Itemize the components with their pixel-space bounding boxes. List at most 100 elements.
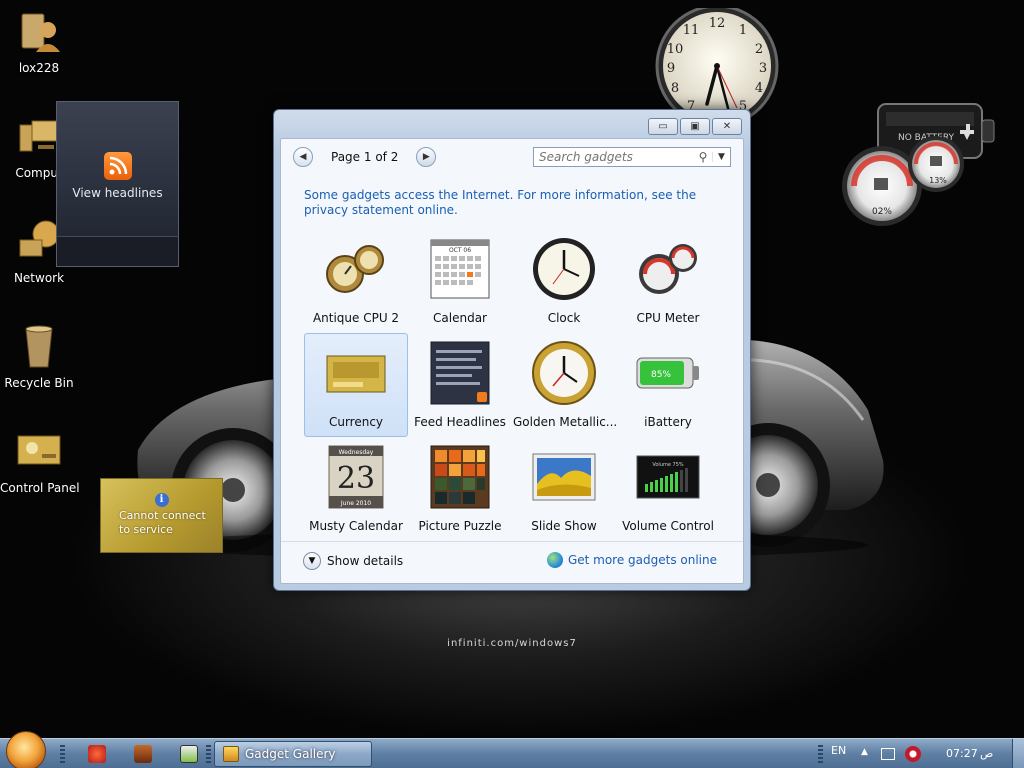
gadget-tile-calendar[interactable]: OCT 06 Calendar: [408, 229, 512, 333]
rss-icon: [103, 152, 132, 180]
close-button[interactable]: ✕: [712, 118, 742, 135]
gadget-name: Picture Puzzle: [418, 519, 502, 533]
info-icon: i: [154, 493, 169, 507]
gadget-tile-clock[interactable]: Clock: [512, 229, 616, 333]
taskbar-grip[interactable]: [206, 745, 211, 763]
chevron-right-icon: ▶: [422, 152, 430, 162]
gadget-name: Currency: [328, 415, 384, 429]
svg-text:10: 10: [667, 42, 684, 57]
language-indicator[interactable]: EN: [831, 744, 1024, 768]
feed-list-area: [57, 236, 178, 266]
desktop-icon-control-panel[interactable]: Control Panel: [0, 428, 80, 495]
gadget-tile-slide-show[interactable]: Slide Show: [512, 437, 616, 541]
gadget-name: Antique CPU 2: [312, 311, 400, 325]
tray-expand-icon[interactable]: ▲: [861, 747, 868, 757]
quick-launch-player-icon[interactable]: [180, 745, 198, 763]
antique-cpu-icon: [326, 245, 384, 293]
gadget-tile-ibattery[interactable]: 85% iBattery: [616, 333, 720, 437]
page-indicator: Page 1 of 2: [331, 150, 399, 164]
desktop-icon-label: Control Panel: [0, 481, 80, 495]
gadget-tile-feed-headlines[interactable]: Feed Headlines: [408, 333, 512, 437]
musty-weekday-label: Wednesday: [339, 449, 374, 456]
taskbar-button-gadget-gallery[interactable]: Gadget Gallery: [214, 741, 372, 767]
feed-headlines-gadget[interactable]: View headlines: [56, 101, 179, 267]
desktop-icon-recycle-bin[interactable]: Recycle Bin: [0, 323, 78, 390]
clock-gadget[interactable]: 12 12 345 789 1011: [655, 8, 779, 118]
svg-text:8: 8: [671, 81, 679, 96]
quick-launch-browser-icon[interactable]: [88, 745, 106, 763]
musty-calendar-icon: Wednesday 23 June 2010: [328, 445, 384, 509]
search-dropdown-icon[interactable]: ▼: [712, 152, 730, 162]
golden-metallic-clock-icon: [532, 341, 596, 405]
get-more-gadgets-link[interactable]: Get more gadgets online: [546, 552, 717, 568]
minimize-icon: ▭: [658, 121, 668, 132]
gadget-gallery-window[interactable]: ▭ ▣ ✕ ◀ Page 1 of 2 ▶ ⚲ ▼ Some gadgets a…: [273, 109, 751, 591]
currency-error-line1: Cannot connect: [119, 509, 206, 522]
search-icon[interactable]: ⚲: [694, 150, 712, 164]
svg-text:1: 1: [739, 23, 747, 38]
restore-icon: ▣: [690, 121, 700, 132]
privacy-notice-link[interactable]: Some gadgets access the Internet. For mo…: [304, 188, 724, 218]
gadget-tile-picture-puzzle[interactable]: Picture Puzzle: [408, 437, 512, 541]
musty-day-label: 23: [337, 461, 375, 496]
picture-puzzle-icon: [430, 445, 490, 509]
desktop-icon-label: Network: [13, 271, 65, 285]
gadget-name: Feed Headlines: [414, 415, 506, 429]
memory-usage-text: 13%: [929, 176, 947, 185]
svg-text:12: 12: [709, 16, 726, 31]
chevron-left-icon: ◀: [299, 152, 307, 162]
musty-month-label: June 2010: [340, 500, 371, 507]
svg-text:2: 2: [755, 42, 763, 57]
currency-gadget[interactable]: i Cannot connect to service: [100, 478, 223, 553]
svg-text:9: 9: [667, 61, 675, 76]
gadget-name: Volume Control: [622, 519, 714, 533]
gadget-tile-currency[interactable]: Currency: [304, 333, 408, 437]
minimize-button[interactable]: ▭: [648, 118, 678, 135]
feed-headlines-icon: [430, 341, 490, 405]
desktop-icon-user-folder[interactable]: lox228: [0, 8, 78, 75]
taskbar-button-label: Gadget Gallery: [245, 747, 336, 761]
desktop-icon-label: Recycle Bin: [4, 376, 74, 390]
svg-text:4: 4: [755, 81, 763, 96]
taskbar-grip[interactable]: [60, 745, 65, 763]
control-panel-icon: [17, 435, 61, 465]
tray-app-icon[interactable]: [905, 746, 921, 762]
show-details-button[interactable]: ▼ Show details: [303, 552, 403, 570]
chip-icon: [874, 178, 888, 190]
network-tray-icon[interactable]: [881, 748, 895, 760]
clock-time[interactable]: 07:27: [946, 747, 978, 760]
desktop-icon-label: lox228: [18, 61, 60, 75]
gadget-tile-golden-metallic[interactable]: Golden Metallic...: [512, 333, 617, 437]
close-icon: ✕: [722, 121, 732, 132]
taskbar-grip[interactable]: [818, 745, 823, 763]
gadget-tile-musty-calendar[interactable]: Wednesday 23 June 2010 Musty Calendar: [304, 437, 408, 541]
clock-period: ص: [980, 747, 994, 760]
search-box: ⚲ ▼: [533, 147, 731, 167]
currency-error-line2: to service: [119, 523, 173, 536]
gadget-name: Musty Calendar: [309, 519, 403, 533]
show-details-label: Show details: [327, 554, 404, 568]
next-page-button[interactable]: ▶: [416, 147, 437, 167]
gallery-content: ◀ Page 1 of 2 ▶ ⚲ ▼ Some gadgets access …: [280, 138, 744, 584]
battery-icon: 85%: [636, 357, 699, 389]
svg-text:3: 3: [759, 61, 767, 76]
window-controls: ▭ ▣ ✕: [648, 118, 742, 135]
currency-error-message: Cannot connect to service: [101, 507, 222, 537]
wallpaper-url-text: infiniti.com/windows7: [447, 638, 577, 649]
gadget-tile-antique-cpu[interactable]: Antique CPU 2: [304, 229, 408, 333]
previous-page-button[interactable]: ◀: [293, 147, 313, 167]
search-input[interactable]: [534, 148, 694, 166]
quick-launch-media-icon[interactable]: [134, 745, 152, 763]
start-button[interactable]: [6, 731, 46, 768]
taskbar: Gadget Gallery EN ▲ 07:27 ص: [0, 731, 1024, 768]
cpu-meter-gadget[interactable]: 02% 13%: [840, 134, 970, 230]
gadget-tile-volume-control[interactable]: Volume 75% Volume Control: [616, 437, 720, 541]
volume-control-icon: Volume 75%: [636, 455, 700, 499]
gadget-tile-cpu-meter[interactable]: CPU Meter: [616, 229, 720, 333]
restore-button[interactable]: ▣: [680, 118, 710, 135]
svg-text:11: 11: [683, 23, 700, 38]
view-headlines-label[interactable]: View headlines: [57, 186, 178, 200]
show-desktop-button[interactable]: [1012, 739, 1024, 768]
chevron-down-icon: ▼: [303, 552, 321, 570]
gadget-gallery-icon: [223, 746, 239, 762]
